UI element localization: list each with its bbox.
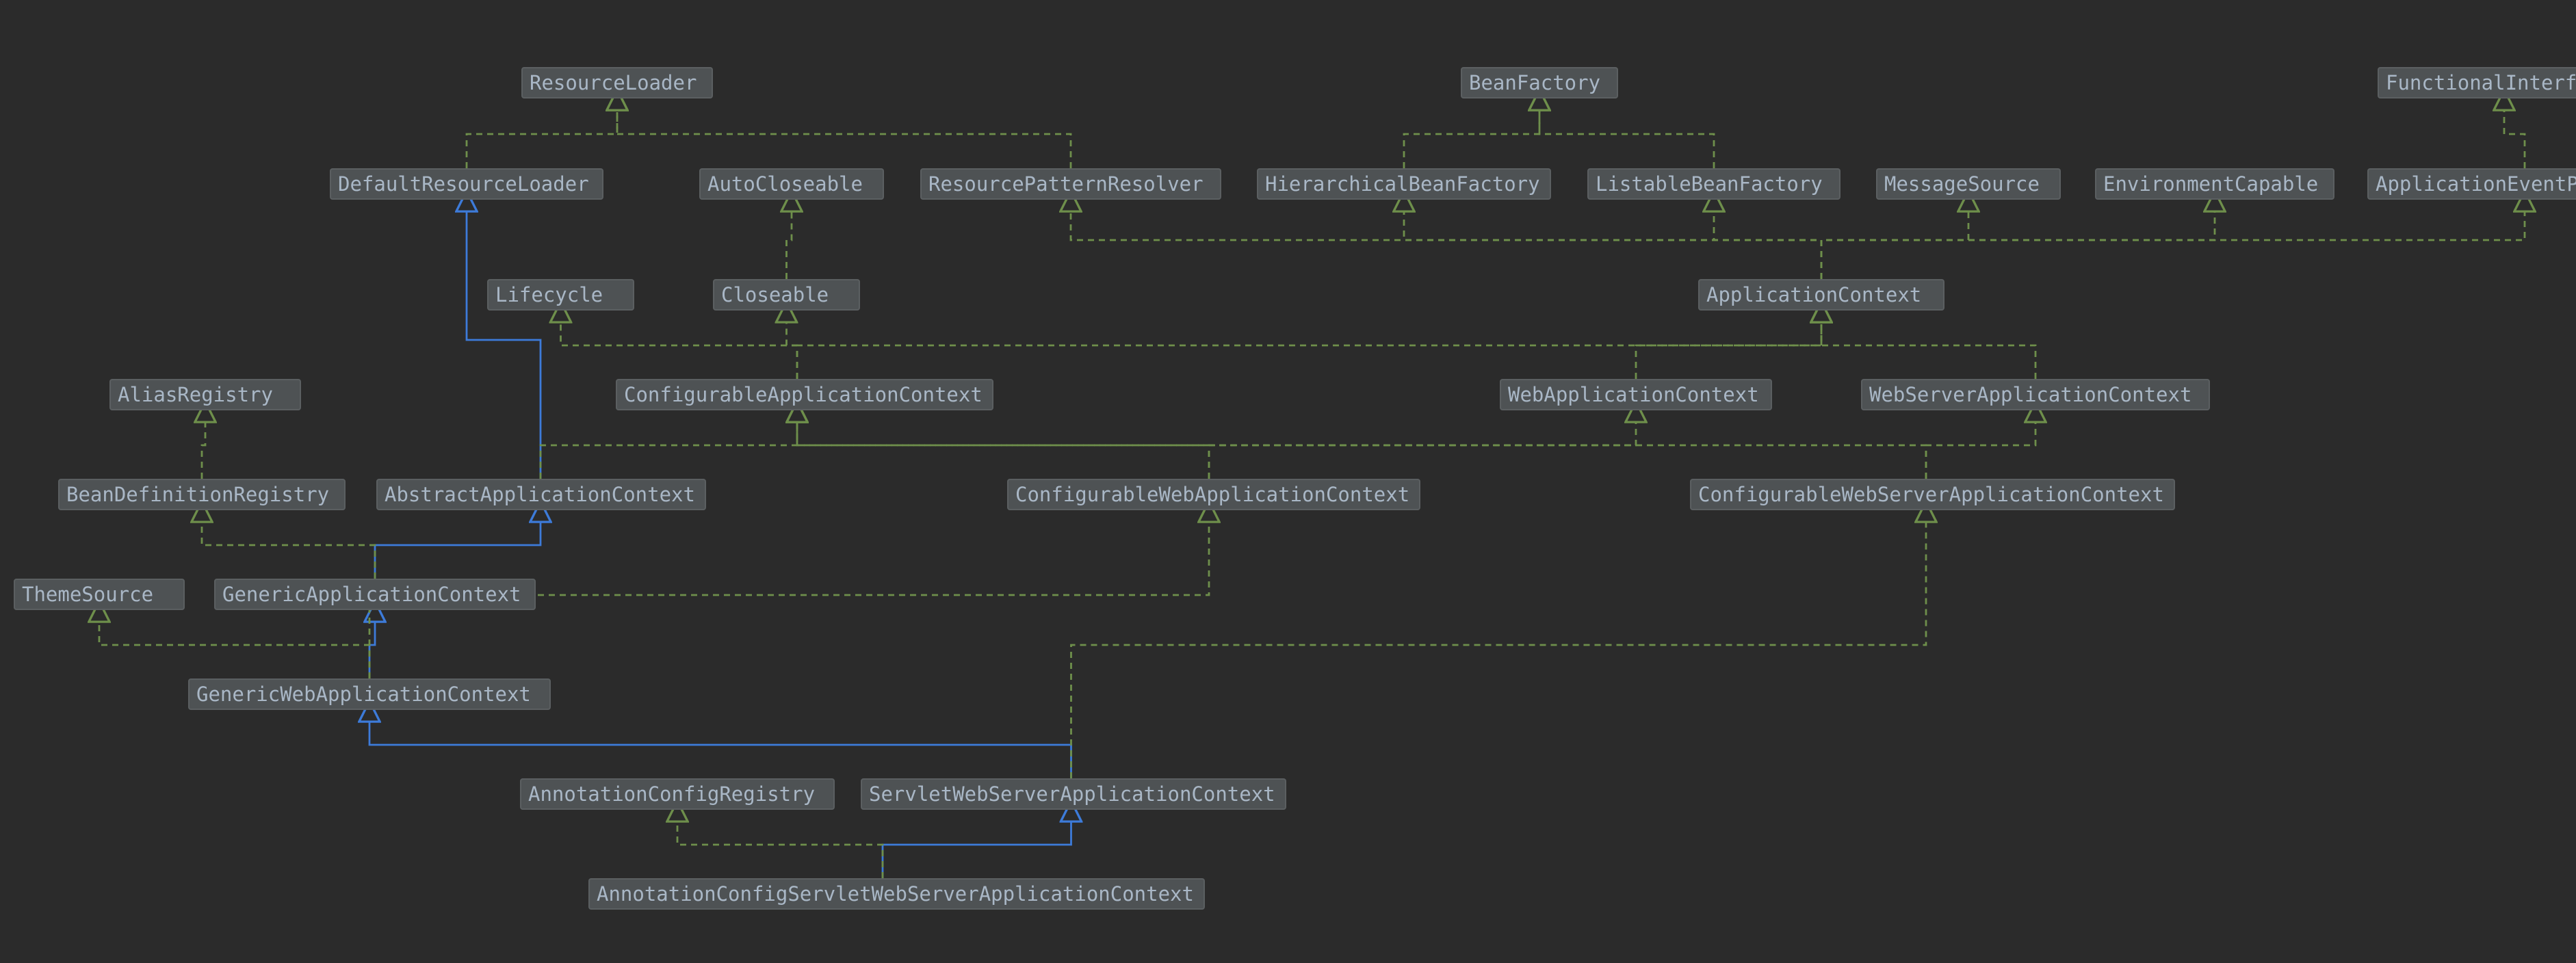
node-HierarchicalBeanFactory[interactable]: HierarchicalBeanFactory: [1257, 168, 1551, 200]
node-AliasRegistry[interactable]: AliasRegistry: [109, 379, 301, 410]
node-ListableBeanFactory[interactable]: ListableBeanFactory: [1587, 168, 1840, 200]
node-ServletWebServerApplicationContext[interactable]: ServletWebServerApplicationContext: [861, 778, 1286, 810]
node-ConfigurableWebApplicationContext[interactable]: ConfigurableWebApplicationContext: [1007, 479, 1420, 510]
node-ResourceLoader[interactable]: ResourceLoader: [521, 67, 713, 98]
node-GenericApplicationContext[interactable]: GenericApplicationContext: [214, 579, 536, 610]
edge-AnnotationConfigServletWebServerApplicationContext-to-AnnotationConfigRegistry: [677, 811, 883, 878]
node-WebApplicationContext[interactable]: WebApplicationContext: [1500, 379, 1772, 410]
edge-HierarchicalBeanFactory-to-BeanFactory: [1404, 100, 1539, 168]
edge-ConfigurableApplicationContext-to-Lifecycle: [561, 312, 798, 379]
edge-WebApplicationContext-to-ApplicationContext: [1636, 312, 1821, 379]
node-ConfigurableApplicationContext[interactable]: ConfigurableApplicationContext: [616, 379, 993, 410]
edge-ApplicationEventPublisher-to-FunctionalInterface: [2504, 100, 2525, 168]
edge-ApplicationContext-to-ResourcePatternResolver: [1071, 201, 1821, 279]
node-GenericWebApplicationContext[interactable]: GenericWebApplicationContext: [188, 678, 551, 710]
edge-AbstractApplicationContext-to-DefaultResourceLoader: [467, 201, 541, 479]
edge-ApplicationContext-to-EnvironmentCapable: [1821, 201, 2215, 279]
edge-GenericApplicationContext-to-AbstractApplicationContext: [375, 512, 541, 579]
edge-ConfigurableApplicationContext-to-Closeable: [787, 312, 798, 379]
node-ThemeSource[interactable]: ThemeSource: [14, 579, 185, 610]
edge-ApplicationContext-to-ListableBeanFactory: [1714, 201, 1821, 279]
node-AutoCloseable[interactable]: AutoCloseable: [699, 168, 884, 200]
edge-AnnotationConfigServletWebServerApplicationContext-to-ServletWebServerApplicationContext: [883, 811, 1071, 878]
edge-ApplicationContext-to-ApplicationEventPublisher: [1821, 201, 2525, 279]
edge-DefaultResourceLoader-to-ResourceLoader: [467, 100, 617, 168]
node-Closeable[interactable]: Closeable: [713, 279, 860, 311]
edge-ListableBeanFactory-to-BeanFactory: [1539, 100, 1714, 168]
node-AnnotationConfigServletWebServerApplicationContext[interactable]: AnnotationConfigServletWebServerApplicat…: [588, 878, 1205, 910]
edge-WebServerApplicationContext-to-ApplicationContext: [1821, 312, 2035, 379]
edge-ConfigurableApplicationContext-to-ApplicationContext: [797, 312, 1821, 379]
edge-ServletWebServerApplicationContext-to-GenericWebApplicationContext: [369, 711, 1071, 778]
edge-Closeable-to-AutoCloseable: [787, 201, 792, 279]
edge-ServletWebServerApplicationContext-to-ConfigurableWebServerApplicationContext: [1071, 512, 1927, 778]
node-AnnotationConfigRegistry[interactable]: AnnotationConfigRegistry: [520, 778, 835, 810]
node-Lifecycle[interactable]: Lifecycle: [487, 279, 634, 311]
edge-ConfigurableWebApplicationContext-to-ConfigurableApplicationContext: [797, 412, 1209, 479]
node-WebServerApplicationContext[interactable]: WebServerApplicationContext: [1861, 379, 2210, 410]
edge-ConfigurableWebServerApplicationContext-to-ConfigurableApplicationContext: [797, 412, 1926, 479]
edge-ApplicationContext-to-HierarchicalBeanFactory: [1404, 201, 1821, 279]
node-MessageSource[interactable]: MessageSource: [1876, 168, 2061, 200]
edge-ConfigurableWebServerApplicationContext-to-WebServerApplicationContext: [1926, 412, 2035, 479]
node-EnvironmentCapable[interactable]: EnvironmentCapable: [2095, 168, 2334, 200]
edge-BeanDefinitionRegistry-to-AliasRegistry: [202, 412, 205, 479]
edge-GenericApplicationContext-to-BeanDefinitionRegistry: [202, 512, 375, 579]
edge-ResourcePatternResolver-to-ResourceLoader: [617, 100, 1071, 168]
node-DefaultResourceLoader[interactable]: DefaultResourceLoader: [330, 168, 603, 200]
node-AbstractApplicationContext[interactable]: AbstractApplicationContext: [376, 479, 706, 510]
node-ConfigurableWebServerApplicationContext[interactable]: ConfigurableWebServerApplicationContext: [1690, 479, 2175, 510]
edge-ApplicationContext-to-MessageSource: [1821, 201, 1968, 279]
node-BeanDefinitionRegistry[interactable]: BeanDefinitionRegistry: [58, 479, 346, 510]
node-BeanFactory[interactable]: BeanFactory: [1461, 67, 1618, 98]
edge-AbstractApplicationContext-to-ConfigurableApplicationContext: [541, 412, 797, 479]
edge-GenericWebApplicationContext-to-ThemeSource: [99, 611, 369, 678]
node-FunctionalInterface[interactable]: FunctionalInterface: [2378, 67, 2576, 98]
node-ApplicationContext[interactable]: ApplicationContext: [1698, 279, 1944, 311]
node-ApplicationEventPublisher[interactable]: ApplicationEventPublisher: [2367, 168, 2576, 200]
edge-ConfigurableWebApplicationContext-to-WebApplicationContext: [1209, 412, 1636, 479]
edge-GenericWebApplicationContext-to-GenericApplicationContext: [369, 611, 375, 678]
node-ResourcePatternResolver[interactable]: ResourcePatternResolver: [920, 168, 1221, 200]
